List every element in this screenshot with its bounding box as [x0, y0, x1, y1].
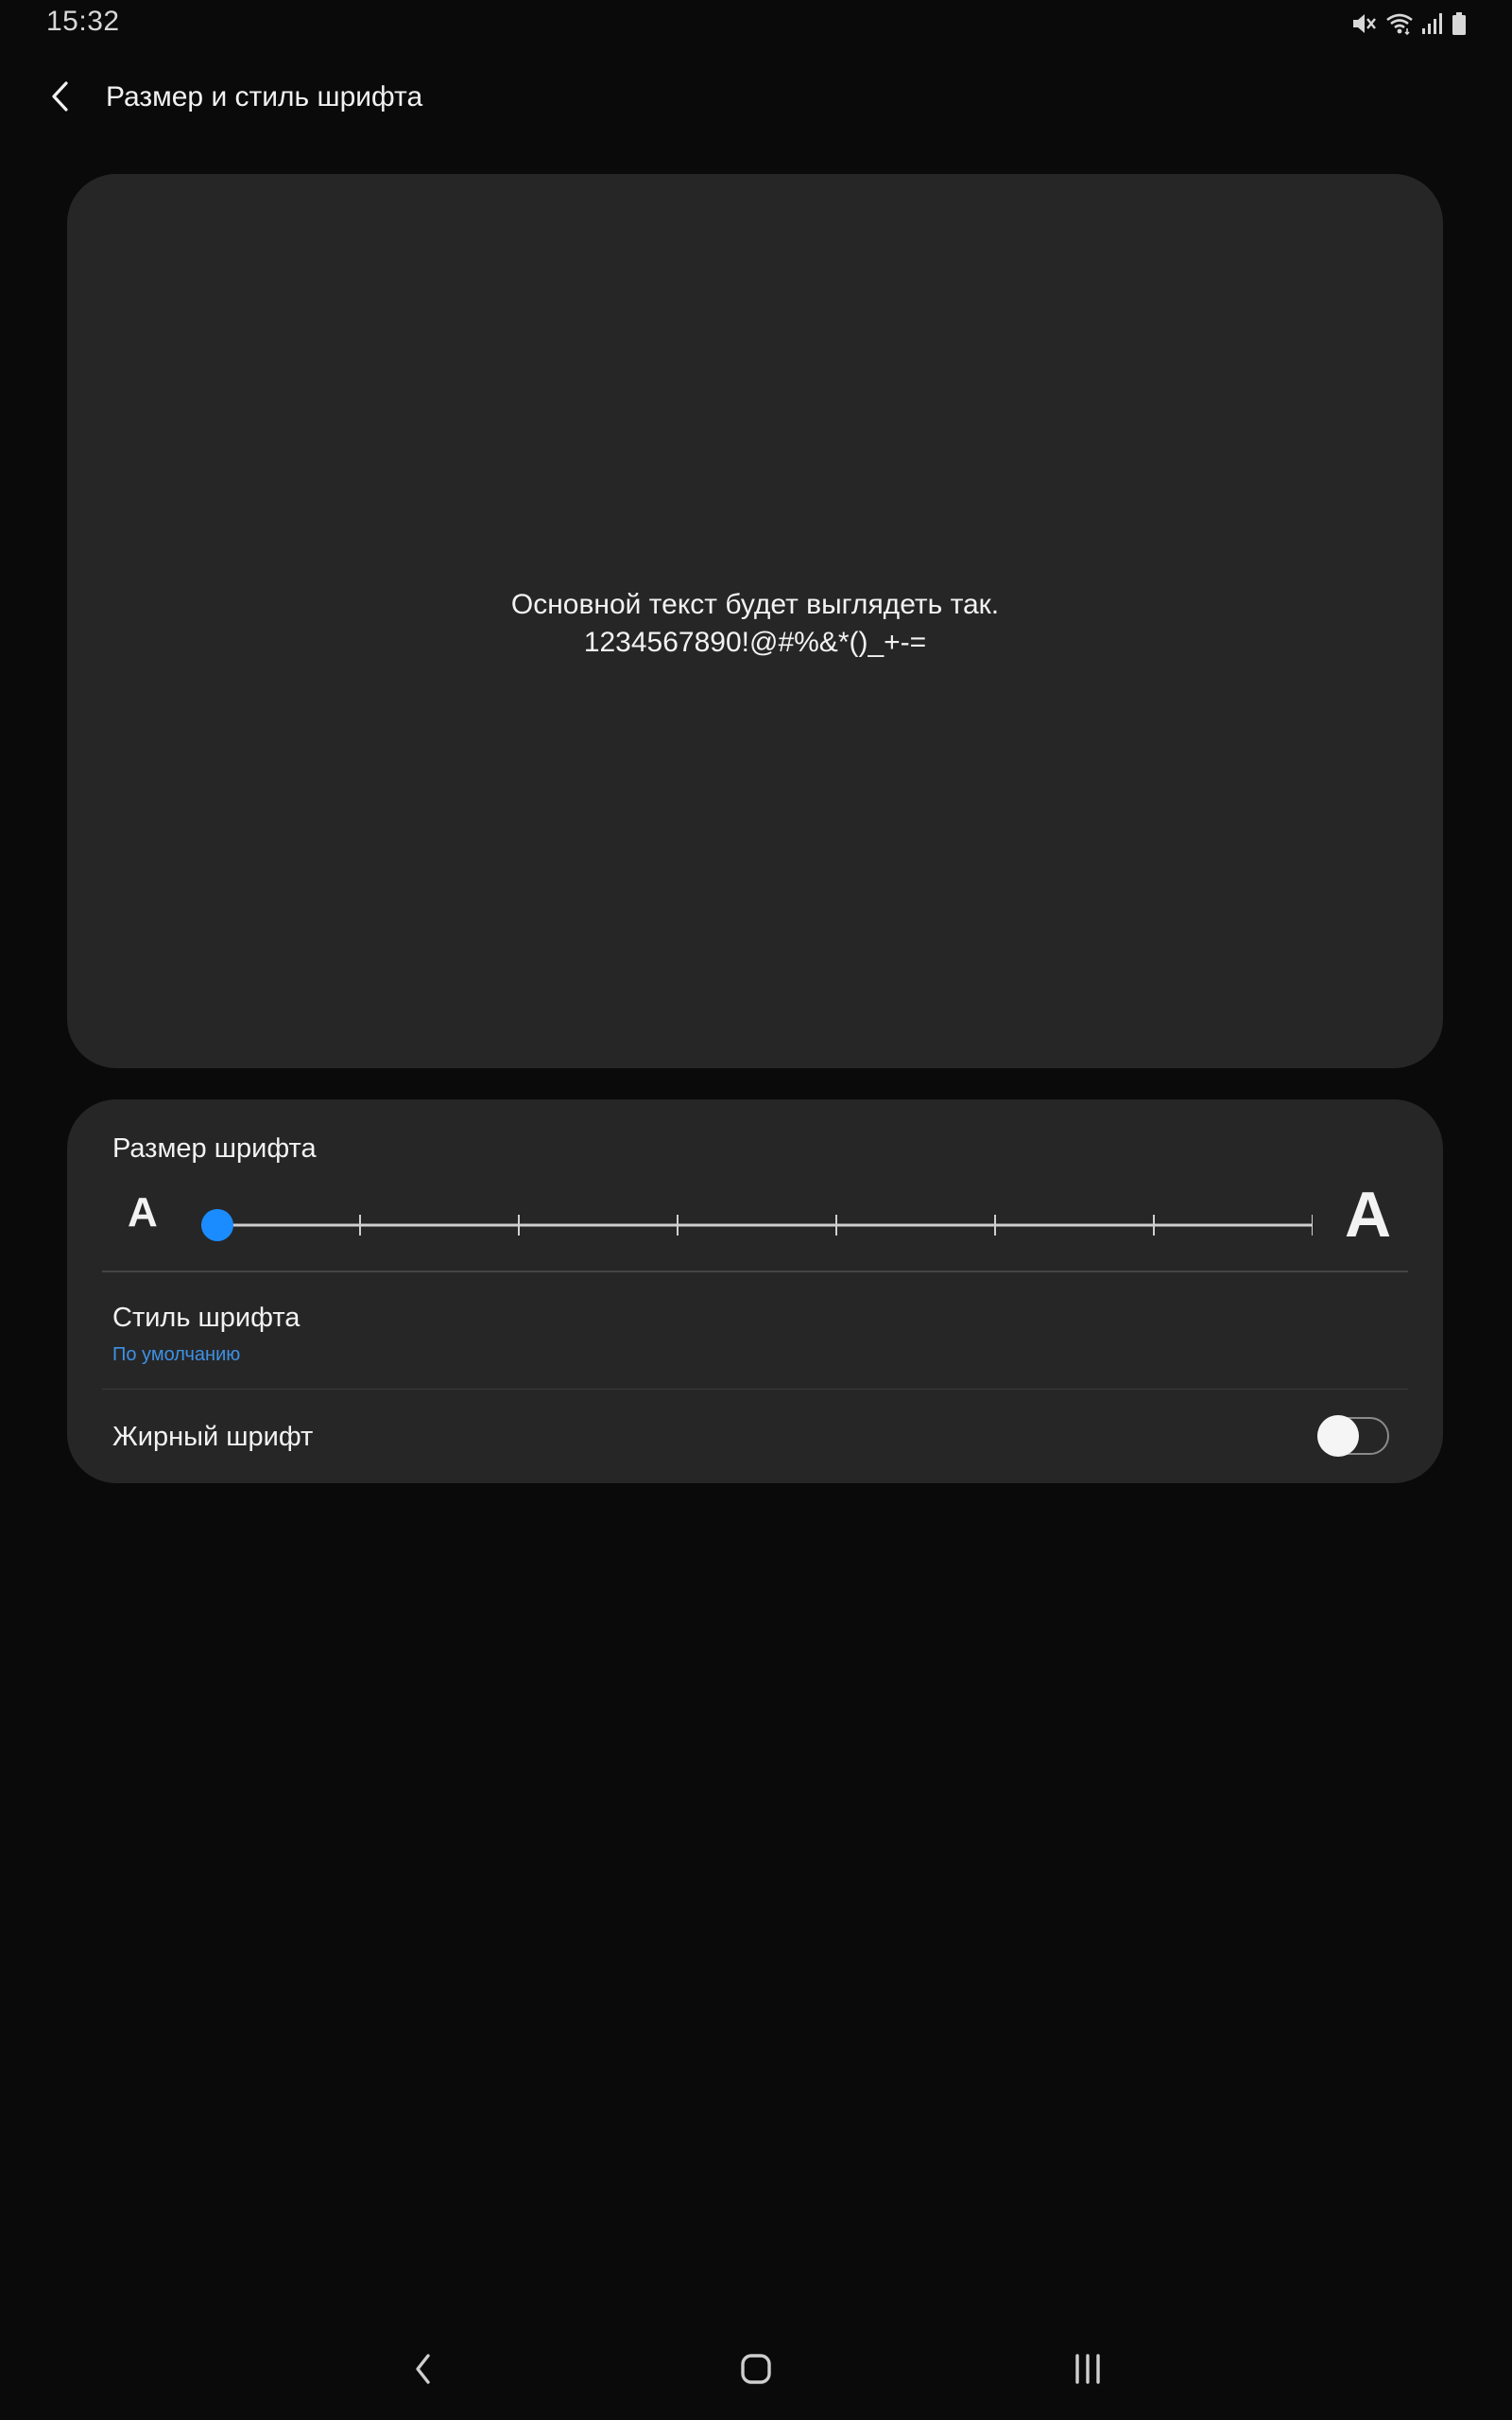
back-button[interactable] [36, 74, 85, 123]
navigation-bar [0, 2325, 1512, 2420]
preview-line-2: 1234567890!@#%&*()_+-= [583, 627, 927, 658]
font-style-value: По умолчанию [112, 1344, 241, 1365]
signal-icon [1421, 11, 1444, 36]
chevron-left-icon [49, 80, 72, 117]
font-size-label: Размер шрифта [112, 1133, 317, 1164]
battery-icon [1452, 11, 1467, 36]
back-icon [412, 2352, 435, 2391]
font-preview-card: Основной текст будет выглядеть так. 1234… [67, 174, 1443, 1068]
mute-icon [1351, 11, 1378, 36]
bold-font-toggle[interactable] [1317, 1415, 1389, 1457]
nav-home-button[interactable] [723, 2342, 789, 2399]
slider-thumb [201, 1209, 233, 1241]
app-header: Размер и стиль шрифта [0, 60, 1512, 136]
recents-icon [1071, 2352, 1105, 2391]
small-font-glyph: A [128, 1189, 158, 1236]
font-style-label: Стиль шрифта [112, 1303, 301, 1333]
toggle-knob [1317, 1415, 1359, 1457]
wifi-icon [1385, 11, 1414, 36]
preview-line-1: Основной текст будет выглядеть так. [510, 589, 1000, 620]
font-style-row[interactable]: Стиль шрифта По умолчанию [67, 1272, 1443, 1391]
bold-font-label: Жирный шрифт [112, 1422, 314, 1452]
font-size-slider[interactable] [201, 1197, 1313, 1253]
font-settings-card: Размер шрифта A A Стиль шрифта По умолча… [67, 1099, 1443, 1483]
status-bar: 15:32 [0, 0, 1512, 47]
preview-text: Основной текст будет выглядеть так. 1234… [67, 586, 1443, 662]
status-icons [1351, 9, 1467, 38]
nav-recents-button[interactable] [1055, 2342, 1121, 2399]
nav-back-button[interactable] [390, 2342, 456, 2399]
page-title: Размер и стиль шрифта [106, 81, 423, 112]
home-icon [739, 2352, 773, 2391]
status-time: 15:32 [46, 6, 120, 37]
large-font-glyph: A [1345, 1179, 1392, 1251]
bold-font-row[interactable]: Жирный шрифт [67, 1390, 1443, 1483]
